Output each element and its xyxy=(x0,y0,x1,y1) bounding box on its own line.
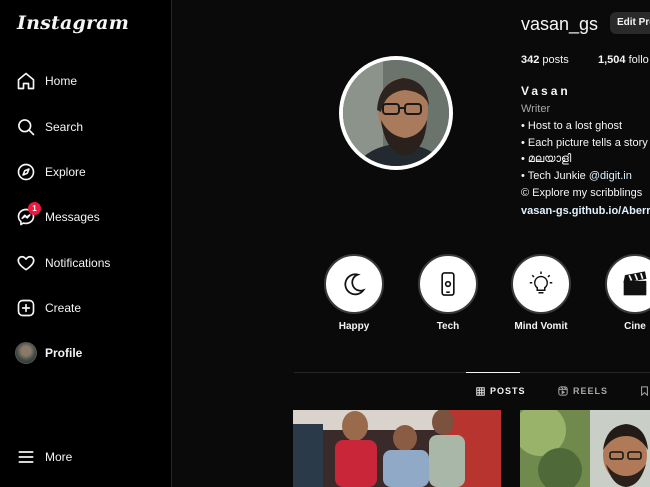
posts-count-label: posts xyxy=(542,54,569,66)
sidebar-item-label: Messages xyxy=(45,210,100,224)
bio-line: © Explore my scribblings xyxy=(521,187,643,199)
bio-line-tech: • Tech Junkie @digit.in xyxy=(521,170,632,182)
avatar xyxy=(15,342,37,364)
sidebar-item-notifications[interactable]: Notifications xyxy=(0,246,170,280)
profile-full-name: Vasan xyxy=(521,84,571,98)
highlight-label: Mind Vomit xyxy=(514,321,568,332)
sidebar-item-label: More xyxy=(45,450,73,464)
bio-line: • Each picture tells a story xyxy=(521,137,648,149)
profile-username: vasan_gs xyxy=(521,14,599,34)
highlight-mind-vomit[interactable]: Mind Vomit xyxy=(511,254,571,332)
home-icon xyxy=(15,70,37,92)
tab-label: REELS xyxy=(573,386,609,396)
clapperboard-icon xyxy=(605,254,650,314)
tab-posts[interactable]: POSTS xyxy=(476,386,526,396)
sidebar-item-label: Notifications xyxy=(45,256,111,270)
bio-tech-text: • Tech Junkie xyxy=(521,170,589,182)
bookmark-icon xyxy=(641,386,648,396)
moon-icon xyxy=(324,254,384,314)
reels-icon xyxy=(558,386,568,396)
tab-saved[interactable] xyxy=(640,386,649,396)
posts-count: 342 posts xyxy=(521,54,569,66)
tab-label: POSTS xyxy=(490,386,526,396)
sidebar-item-search[interactable]: Search xyxy=(0,110,170,144)
lightbulb-icon xyxy=(511,254,571,314)
grid-icon xyxy=(476,386,485,396)
sidebar: Instagram Home Search Explore 1 Messages… xyxy=(0,0,172,487)
followers-count[interactable]: 1,504 follo xyxy=(598,54,649,66)
post-thumbnail[interactable] xyxy=(520,410,650,487)
bio-line: • മലയാളി xyxy=(521,153,572,165)
highlight-tech[interactable]: Tech xyxy=(418,254,478,332)
sidebar-item-explore[interactable]: Explore xyxy=(0,155,170,189)
profile-avatar[interactable] xyxy=(339,56,453,170)
highlight-label: Cine xyxy=(624,321,646,332)
sidebar-item-label: Home xyxy=(45,74,78,88)
compass-icon xyxy=(15,161,37,183)
hamburger-menu-icon xyxy=(15,446,37,468)
highlight-cine[interactable]: Cine xyxy=(605,254,650,332)
followers-count-label: follo xyxy=(628,54,649,66)
sidebar-item-label: Explore xyxy=(45,165,86,179)
tab-reels[interactable]: REELS xyxy=(558,386,608,396)
bio-mention-link[interactable]: @digit.in xyxy=(589,170,632,182)
plus-square-icon xyxy=(15,297,37,319)
sidebar-item-label: Profile xyxy=(45,346,83,360)
edit-profile-button[interactable]: Edit Pro xyxy=(610,12,650,34)
search-icon xyxy=(15,116,37,138)
sidebar-item-label: Search xyxy=(45,120,84,134)
profile-website-link[interactable]: vasan-gs.github.io/Aberra xyxy=(521,205,650,217)
highlight-label: Happy xyxy=(338,321,370,332)
notification-badge: 1 xyxy=(28,202,41,215)
sidebar-item-more[interactable]: More xyxy=(0,440,170,474)
sidebar-item-create[interactable]: Create xyxy=(0,291,170,325)
highlight-label: Tech xyxy=(436,321,460,332)
posts-count-value: 342 xyxy=(521,54,540,66)
heart-icon xyxy=(15,252,37,274)
bio-line: • Host to a lost ghost xyxy=(521,120,623,132)
followers-count-value: 1,504 xyxy=(598,54,626,66)
messenger-icon: 1 xyxy=(15,202,41,228)
highlight-happy[interactable]: Happy xyxy=(324,254,384,332)
profile-category: Writer xyxy=(521,103,551,115)
phone-icon xyxy=(418,254,478,314)
instagram-logo[interactable]: Instagram xyxy=(17,12,129,34)
sidebar-item-home[interactable]: Home xyxy=(0,64,170,98)
sidebar-item-profile[interactable]: Profile xyxy=(0,336,170,370)
sidebar-item-messages[interactable]: 1 Messages xyxy=(0,200,170,234)
sidebar-item-label: Create xyxy=(45,301,82,315)
post-thumbnail[interactable] xyxy=(293,410,501,487)
active-tab-indicator xyxy=(466,372,520,373)
